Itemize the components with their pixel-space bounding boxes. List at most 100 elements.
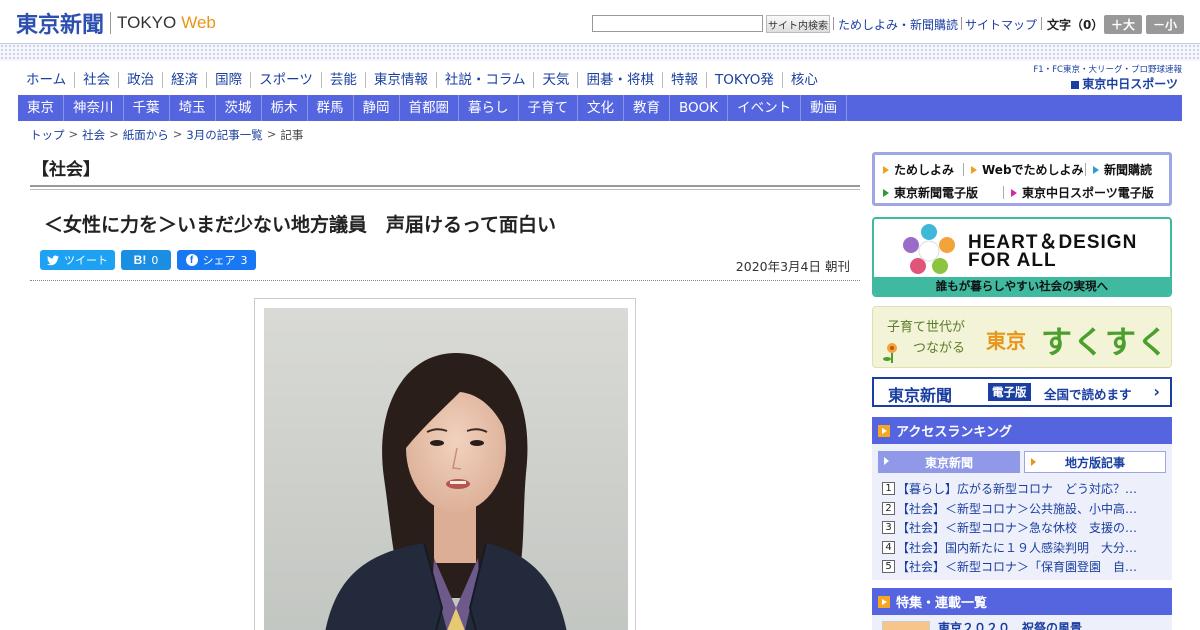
site-search-button[interactable]: サイト内検索 <box>766 15 830 33</box>
breadcrumb-month-list[interactable]: 3月の記事一覧 <box>186 127 262 143</box>
ranking-item[interactable]: 4 【社会】国内新たに１９人感染判明 大分… <box>882 538 1166 558</box>
rnav-saitama[interactable]: 埼玉 <box>170 95 216 121</box>
rnav-culture[interactable]: 文化 <box>578 95 624 121</box>
triangle-icon <box>884 457 889 465</box>
ranking-item[interactable]: 1 【暮らし】広がる新型コロナ どう対応？… <box>882 479 1166 499</box>
rnav-tokyo[interactable]: 東京 <box>18 95 64 121</box>
trial-subscribe-link[interactable]: ためしよみ・新聞購読 <box>838 16 958 33</box>
section-title: 【社会】 <box>32 160 100 180</box>
feature-thumbnail[interactable] <box>882 621 930 630</box>
logo-web: Web <box>181 13 216 32</box>
rnav-chiba[interactable]: 千葉 <box>124 95 170 121</box>
breadcrumb-top[interactable]: トップ <box>30 127 65 143</box>
gnav-go-shogi[interactable]: 囲碁・将棋 <box>578 72 663 88</box>
rnav-ibaraki[interactable]: 茨城 <box>216 95 262 121</box>
rnav-shutoken[interactable]: 首都圏 <box>400 95 459 121</box>
header-divider <box>833 17 834 30</box>
breadcrumb-separator: > <box>68 127 79 141</box>
chunichi-name-text: 東京中日スポーツ <box>1082 77 1178 91</box>
facebook-share-button[interactable]: f シェア 3 <box>177 250 256 270</box>
heart-design-banner[interactable]: HEART＆DESIGN FOR ALL 誰もが暮らしやすい社会の実現へ <box>872 217 1172 297</box>
rnav-tochigi[interactable]: 栃木 <box>262 95 308 121</box>
tab-tokyo-shimbun[interactable]: 東京新聞 <box>878 451 1020 473</box>
header-dotted-band <box>0 44 1200 61</box>
sukusuku-banner[interactable]: 子育て世代が つながる 東京 すくすく <box>872 306 1172 368</box>
rnav-book[interactable]: BOOK <box>670 95 729 121</box>
rnav-parenting[interactable]: 子育て <box>519 95 578 121</box>
digital-edition-banner[interactable]: 東京新聞 電子版 全国で読めます › <box>872 377 1172 407</box>
tab-local-label: 地方版記事 <box>1064 455 1125 470</box>
rnav-shizuoka[interactable]: 静岡 <box>354 95 400 121</box>
digital-banner-logo: 東京新聞 <box>888 386 953 405</box>
rnav-video[interactable]: 動画 <box>801 95 848 121</box>
features-panel: 東京２０２０ 祝祭の風景 <box>872 615 1172 630</box>
gnav-sports[interactable]: スポーツ <box>251 72 322 88</box>
flower-logo-icon <box>903 224 955 274</box>
gnav-tokyo-hatsu[interactable]: TOKYO発 <box>707 72 783 88</box>
ranking-item[interactable]: 3 【社会】＜新型コロナ＞急な休校 支援の… <box>882 518 1166 538</box>
rnav-event[interactable]: イベント <box>728 95 802 121</box>
web-trial-label: Webでためしよみ <box>982 163 1084 177</box>
chevron-right-icon: › <box>1153 382 1160 401</box>
section-divider <box>30 185 860 190</box>
logo-japanese: 東京新聞 <box>16 12 105 38</box>
logo-english: TOKYO <box>117 13 177 32</box>
breadcrumb-society[interactable]: 社会 <box>82 127 105 143</box>
heart-design-line2: FOR ALL <box>968 250 1057 271</box>
ranking-item-text: 【社会】＜新型コロナ＞公共施設、小中高… <box>897 501 1138 516</box>
site-header: 東京新聞 TOKYO Web サイト内検索 ためしよみ・新聞購読 サイトマップ … <box>0 0 1200 44</box>
chunichi-tagline: F1・FC東京・大リーグ・プロ野球速報 <box>1033 65 1182 75</box>
gnav-special-report[interactable]: 特報 <box>663 72 707 88</box>
web-trial-link[interactable]: Webでためしよみ <box>971 161 1084 178</box>
ranking-list: 1 【暮らし】広がる新型コロナ どう対応？… 2 【社会】＜新型コロナ＞公共施設、小… <box>882 479 1166 577</box>
sub-divider <box>1085 163 1086 176</box>
play-square-icon <box>878 595 890 608</box>
feature-item-title[interactable]: 東京２０２０ 祝祭の風景 <box>938 619 1082 630</box>
sukusuku-title: すくすく <box>1041 325 1169 361</box>
article-photo-frame <box>254 298 636 630</box>
article-date: 2020年3月4日 朝刊 <box>735 259 850 274</box>
rnav-gunma[interactable]: 群馬 <box>308 95 354 121</box>
digital-edition-label: 東京新聞電子版 <box>894 186 979 200</box>
twitter-bird-icon <box>47 255 59 265</box>
gnav-home[interactable]: ホーム <box>18 72 76 88</box>
logo-divider <box>110 12 112 34</box>
chunichi-name: 東京中日スポーツ <box>1071 75 1178 92</box>
rnav-living[interactable]: 暮らし <box>459 95 519 121</box>
ranking-item[interactable]: 2 【社会】＜新型コロナ＞公共施設、小中高… <box>882 499 1166 519</box>
flower-icon <box>883 343 897 363</box>
subscribe-link[interactable]: 新聞購読 <box>1093 161 1152 178</box>
gnav-kakushin[interactable]: 核心 <box>783 72 826 88</box>
font-larger-button[interactable]: ＋大 <box>1104 15 1142 34</box>
header-divider <box>961 17 962 30</box>
gnav-international[interactable]: 国際 <box>207 72 252 88</box>
breadcrumb: トップ > 社会 > 紙面から > 3月の記事一覧 > 記事 <box>30 127 303 143</box>
gnav-entertainment[interactable]: 芸能 <box>322 72 366 88</box>
sitemap-link[interactable]: サイトマップ <box>965 16 1037 33</box>
font-smaller-button[interactable]: －小 <box>1146 15 1184 34</box>
gnav-tokyo-info[interactable]: 東京情報 <box>366 72 437 88</box>
tweet-button[interactable]: ツイート <box>40 250 115 270</box>
hatena-bookmark-button[interactable]: B! 0 <box>121 250 171 270</box>
rnav-kanagawa[interactable]: 神奈川 <box>64 95 124 121</box>
search-input[interactable] <box>592 15 763 32</box>
trial-read-link[interactable]: ためしよみ <box>883 161 954 178</box>
gnav-economy[interactable]: 経済 <box>163 72 208 88</box>
tweet-label: ツイート <box>64 254 108 267</box>
site-logo[interactable]: 東京新聞 TOKYO Web <box>16 6 216 40</box>
tab-local-edition[interactable]: 地方版記事 <box>1024 451 1166 473</box>
breadcrumb-print[interactable]: 紙面から <box>123 127 169 143</box>
gnav-editorial-column[interactable]: 社説・コラム <box>437 72 535 88</box>
ranking-item[interactable]: 5 【社会】＜新型コロナ＞「保育園登園 自… <box>882 557 1166 577</box>
breadcrumb-separator: > <box>266 127 277 141</box>
chunichi-digital-link[interactable]: 東京中日スポーツ電子版 <box>1011 184 1154 201</box>
facebook-icon: f <box>185 254 198 266</box>
regional-nav: 東京 神奈川 千葉 埼玉 茨城 栃木 群馬 静岡 首都圏 暮らし 子育て 文化 … <box>18 95 1182 121</box>
gnav-society[interactable]: 社会 <box>75 72 120 88</box>
gnav-politics[interactable]: 政治 <box>119 72 164 88</box>
digital-edition-link[interactable]: 東京新聞電子版 <box>883 184 978 201</box>
rnav-education[interactable]: 教育 <box>624 95 670 121</box>
gnav-weather[interactable]: 天気 <box>534 72 579 88</box>
chunichi-sports-logo[interactable]: F1・FC東京・大リーグ・プロ野球速報 東京中日スポーツ <box>1024 63 1182 91</box>
hatena-b-icon: B! <box>133 253 147 267</box>
